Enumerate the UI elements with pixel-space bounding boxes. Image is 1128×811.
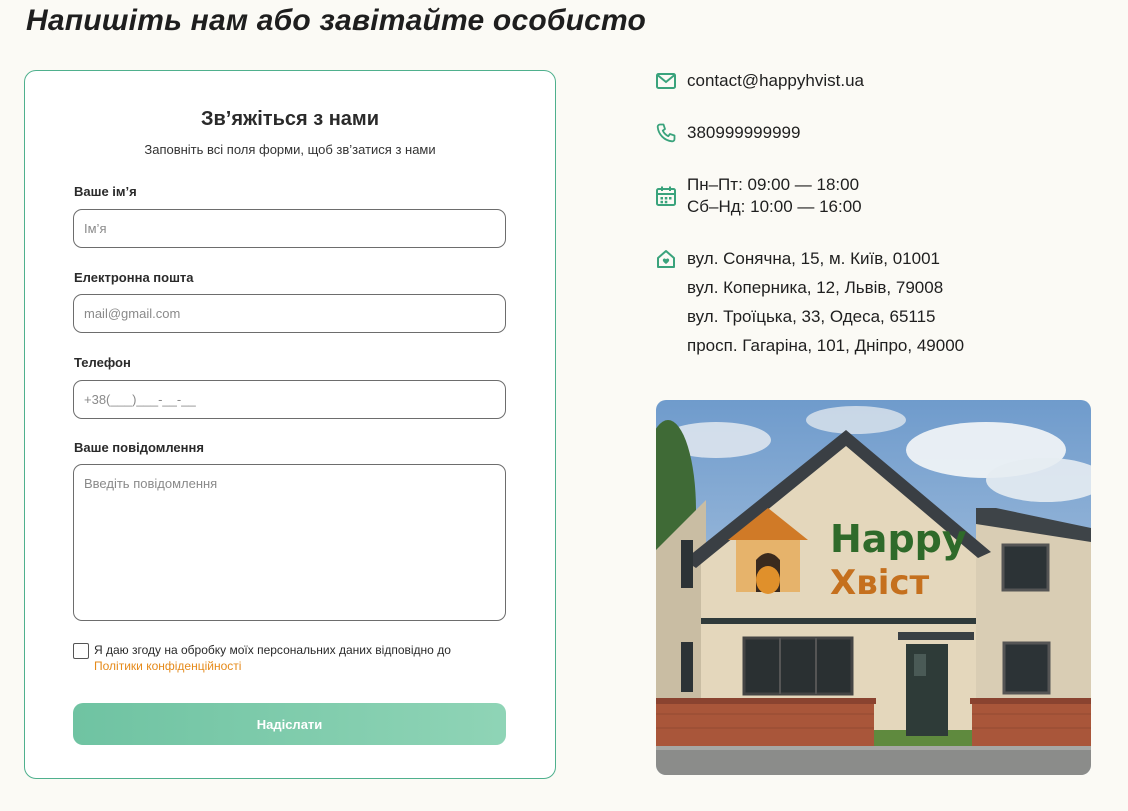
building-photo: Happy Хвіст [656,400,1091,775]
address-dnipro: просп. Гагаріна, 101, Дніпро, 49000 [687,336,965,355]
hours-weekdays: Пн–Пт: 09:00 — 18:00 [687,175,860,194]
consent-label: Я даю згоду на обробку моїх персональних… [94,643,451,657]
address-odesa: вул. Троїцька, 33, Одеса, 65115 [687,307,936,326]
submit-button[interactable]: Надіслати [73,703,506,745]
phone-icon [656,123,676,143]
message-textarea[interactable] [73,464,506,621]
form-title: Зв’яжіться з нами [200,108,380,130]
sign-hvist: Хвіст [830,563,930,603]
consent-checkbox[interactable] [73,643,89,659]
home-heart-icon [657,250,675,268]
message-label: Ваше повідомлення [74,440,204,455]
phone-input[interactable] [73,380,506,419]
page-title: Напишіть нам або завітайте особисто [26,4,647,37]
phone-label: Телефон [74,355,131,370]
email-link[interactable]: contact@happyhvist.ua [687,70,864,92]
building-illustration: Happy Хвіст [656,400,1091,775]
email-input[interactable] [73,294,506,333]
consent-text: Я даю згоду на обробку моїх персональних… [94,642,514,674]
name-label: Ваше ім’я [74,184,137,199]
hours-weekend: Сб–Нд: 10:00 — 16:00 [687,197,862,216]
privacy-policy-link[interactable]: Політики конфіденційності [94,659,241,673]
email-label: Електронна пошта [74,270,194,285]
phone-link[interactable]: 380999999999 [687,122,800,144]
form-subtitle: Заповніть всі поля форми, щоб зв’затися … [144,142,436,157]
address-kyiv: вул. Сонячна, 15, м. Київ, 01001 [687,249,940,268]
name-input[interactable] [73,209,506,248]
mail-icon [656,73,676,89]
sign-happy: Happy [830,517,967,561]
address-lviv: вул. Коперника, 12, Львів, 79008 [687,278,944,297]
contact-form: Зв’яжіться з нами Заповніть всі поля фор… [24,70,556,779]
calendar-icon [656,186,676,206]
